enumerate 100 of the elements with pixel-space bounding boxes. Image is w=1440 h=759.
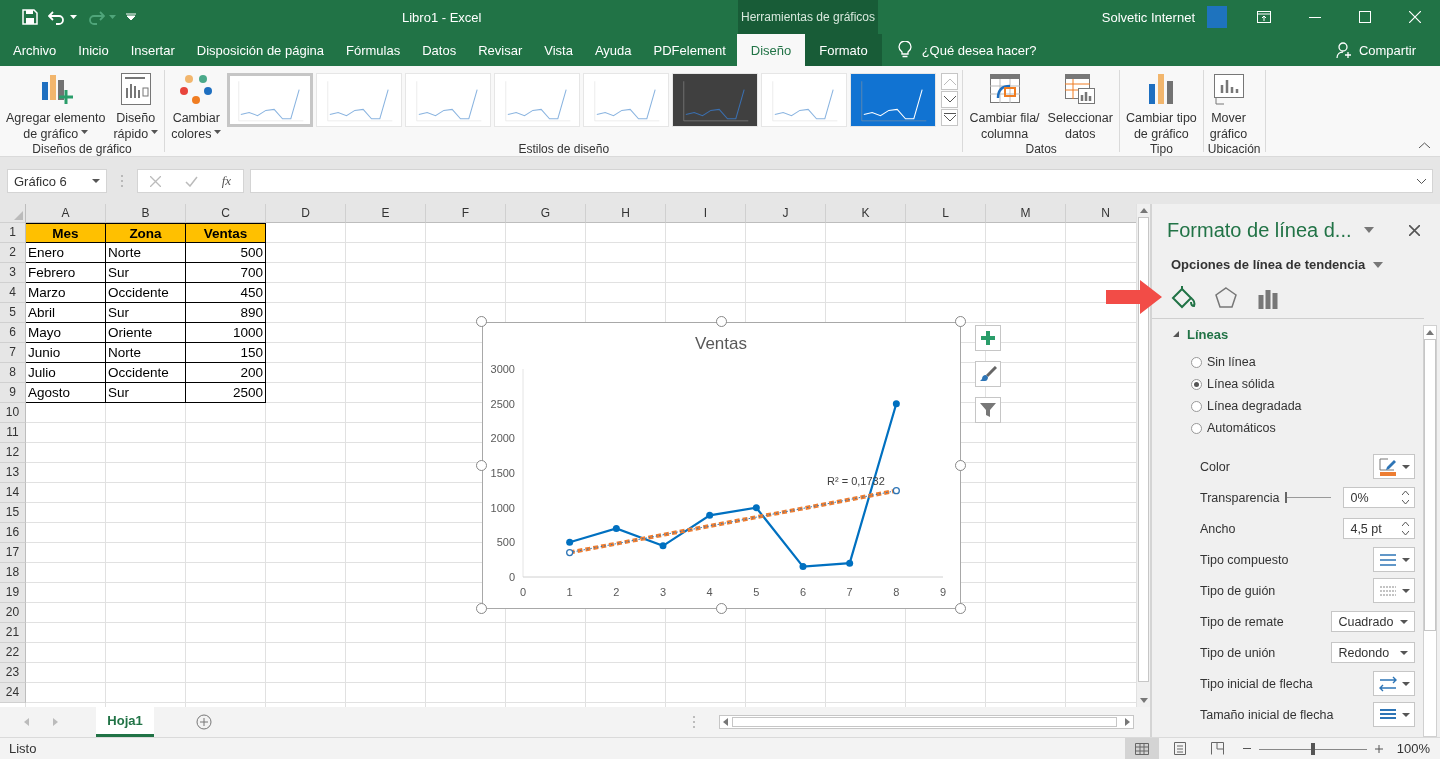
row-header[interactable]: 5 xyxy=(0,303,26,323)
spinner-arrows-icon[interactable] xyxy=(1402,491,1410,504)
row-header[interactable]: 20 xyxy=(0,603,26,623)
sheet-tab[interactable]: Hoja1 xyxy=(96,707,154,737)
chart-style-thumbnail[interactable] xyxy=(494,73,581,127)
resize-handle[interactable] xyxy=(476,316,487,327)
caret-icon[interactable] xyxy=(1363,227,1374,233)
resize-handle[interactable] xyxy=(476,459,487,471)
row-header[interactable]: 13 xyxy=(0,463,26,483)
dropdown[interactable]: Cuadrado xyxy=(1331,611,1416,632)
scroll-left-icon[interactable] xyxy=(723,718,728,726)
name-box[interactable]: Gráfico 6 xyxy=(7,169,107,193)
line-style-button[interactable] xyxy=(1373,547,1416,572)
row-header[interactable]: 3 xyxy=(0,263,26,283)
drag-handle-icon[interactable] xyxy=(693,716,695,728)
ribbon-tab[interactable]: Datos xyxy=(411,34,468,66)
row-header[interactable]: 6 xyxy=(0,323,26,343)
chart-style-thumbnail[interactable] xyxy=(316,73,403,127)
selection-handle[interactable] xyxy=(566,548,574,557)
ribbon-tab[interactable]: Archivo xyxy=(2,34,68,66)
data-point[interactable] xyxy=(612,524,620,532)
radio-button[interactable] xyxy=(1191,422,1202,434)
chart-filters-button[interactable] xyxy=(975,397,1001,423)
spin-field[interactable]: 0% xyxy=(1343,487,1416,508)
column-header[interactable]: G xyxy=(506,204,586,223)
row-header[interactable]: 17 xyxy=(0,543,26,563)
ribbon-tab[interactable]: PDFelement xyxy=(642,34,737,66)
ribbon-tab[interactable]: Inicio xyxy=(67,34,120,66)
data-point[interactable] xyxy=(799,563,807,571)
ribbon-tab[interactable]: Fórmulas xyxy=(335,34,412,66)
ribbon-display-icon[interactable] xyxy=(1257,11,1271,23)
gallery-more-button[interactable] xyxy=(941,109,959,126)
dropdown[interactable]: Redondo xyxy=(1331,642,1416,663)
ribbon-button[interactable]: Cambiar tipo de gráfico xyxy=(1123,70,1199,142)
column-header[interactable]: K xyxy=(826,204,906,223)
radio-button[interactable] xyxy=(1191,400,1202,412)
ribbon-button[interactable]: Cambiar colores xyxy=(169,70,224,142)
row-header[interactable]: 21 xyxy=(0,623,26,643)
data-point[interactable] xyxy=(752,504,760,512)
spin-field[interactable]: 4,5 pt xyxy=(1343,518,1416,539)
collapse-ribbon-icon[interactable] xyxy=(1419,142,1430,148)
lightbulb-icon[interactable] xyxy=(897,41,912,59)
zoom-in-icon[interactable] xyxy=(1374,744,1383,753)
caret-icon[interactable] xyxy=(1373,261,1384,268)
column-header[interactable]: D xyxy=(266,204,346,223)
add-sheet-icon[interactable] xyxy=(196,714,212,730)
resize-handle[interactable] xyxy=(715,603,727,614)
row-header[interactable]: 11 xyxy=(0,423,26,443)
radio-button[interactable] xyxy=(1191,356,1202,368)
column-header[interactable]: E xyxy=(346,204,426,223)
scroll-down-icon[interactable] xyxy=(1139,698,1148,703)
section-header[interactable]: Líneas xyxy=(1187,326,1229,342)
chart-style-thumbnail[interactable] xyxy=(672,73,759,127)
scroll-right-icon[interactable] xyxy=(1125,718,1130,726)
row-header[interactable]: 9 xyxy=(0,383,26,403)
ribbon-tab[interactable]: Vista xyxy=(533,34,584,66)
expand-icon[interactable] xyxy=(1417,178,1426,184)
row-header[interactable]: 4 xyxy=(0,283,26,303)
column-header[interactable]: H xyxy=(586,204,666,223)
resize-handle[interactable] xyxy=(955,459,966,471)
row-header[interactable]: 24 xyxy=(0,683,26,703)
user-name[interactable]: Solvetic Internet xyxy=(1101,9,1195,25)
line-style-button[interactable] xyxy=(1373,671,1416,696)
ribbon-button[interactable]: Cambiar fila/ columna xyxy=(967,70,1042,142)
line-style-button[interactable] xyxy=(1373,702,1416,727)
radio-label[interactable]: Línea sólida xyxy=(1207,377,1275,391)
chart-style-thumbnail[interactable] xyxy=(405,73,492,127)
data-point[interactable] xyxy=(892,400,900,408)
view-button[interactable] xyxy=(1124,738,1159,759)
ribbon-button[interactable]: Diseño rápido xyxy=(111,70,161,142)
row-header[interactable]: 16 xyxy=(0,523,26,543)
share-button[interactable]: Compartir xyxy=(1335,34,1416,66)
resize-handle[interactable] xyxy=(955,603,966,614)
scrollbar-thumb[interactable] xyxy=(1424,339,1437,631)
resize-handle[interactable] xyxy=(955,316,966,327)
caret-icon[interactable] xyxy=(70,15,77,19)
ribbon-tab[interactable]: Ayuda xyxy=(583,34,643,66)
row-header[interactable]: 8 xyxy=(0,363,26,383)
column-header[interactable]: F xyxy=(426,204,506,223)
ribbon-tab[interactable]: Insertar xyxy=(119,34,186,66)
ribbon-tab[interactable]: Diseño xyxy=(736,34,806,66)
column-header[interactable]: A xyxy=(26,204,106,223)
row-header[interactable]: 19 xyxy=(0,583,26,603)
row-header[interactable]: 2 xyxy=(0,243,26,263)
close-icon[interactable] xyxy=(1409,224,1420,236)
column-header[interactable]: J xyxy=(746,204,826,223)
customize-icon[interactable] xyxy=(126,13,136,21)
check-icon[interactable] xyxy=(184,175,198,187)
undo-icon[interactable] xyxy=(48,9,66,25)
horizontal-scrollbar[interactable] xyxy=(719,715,1134,729)
row-header[interactable]: 1 xyxy=(0,223,26,243)
scrollbar-thumb[interactable] xyxy=(1138,217,1149,682)
ribbon-button[interactable]: Agregar elemento de gráfico xyxy=(4,70,108,142)
chart-style-thumbnail[interactable] xyxy=(761,73,848,127)
save-icon[interactable] xyxy=(22,9,38,25)
minimize-icon[interactable] xyxy=(1309,16,1321,18)
chart-elements-button[interactable] xyxy=(975,325,1001,351)
resize-handle[interactable] xyxy=(715,316,727,327)
expand-triangle-icon[interactable] xyxy=(1173,331,1179,337)
chart-style-thumbnail[interactable] xyxy=(227,73,314,127)
